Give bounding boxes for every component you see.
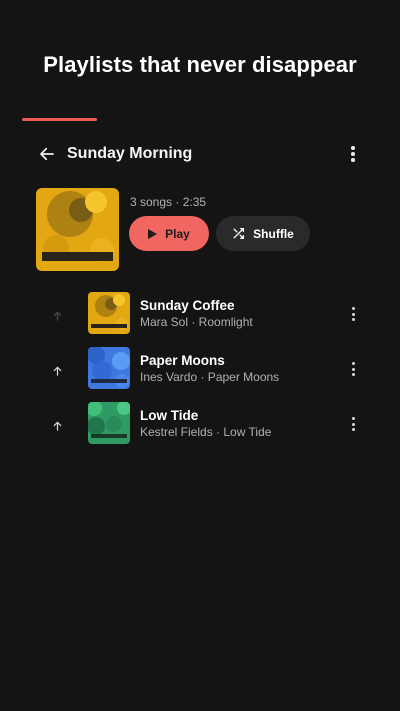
track-more-button[interactable] [343,357,363,381]
play-icon [148,228,158,239]
shuffle-icon [233,227,245,240]
track-title: Sunday Coffee [140,298,235,313]
move-up-button[interactable] [47,306,67,326]
move-up-button[interactable] [47,361,67,381]
arrow-left-icon [40,147,54,161]
accent-underline [22,118,97,121]
playlist-cover-art [36,188,119,271]
track-cover-art [88,347,130,389]
track-list: Sunday Coffee Mara Sol · Roomlight Paper… [0,290,400,455]
arrow-up-icon [53,366,61,376]
track-more-button[interactable] [343,302,363,326]
move-up-button[interactable] [47,416,67,436]
back-button[interactable] [34,141,60,167]
playlist-more-button[interactable] [342,141,364,167]
track-subtitle: Ines Vardo · Paper Moons [140,370,280,384]
play-button-label: Play [165,226,190,241]
track-cover-art [88,402,130,444]
shuffle-button[interactable]: Shuffle [216,216,310,251]
more-vertical-icon [351,417,355,431]
play-button[interactable]: Play [129,216,209,251]
track-subtitle: Kestrel Fields · Low Tide [140,425,272,439]
playlist-title: Sunday Morning [67,145,193,162]
track-subtitle: Mara Sol · Roomlight [140,315,253,329]
more-vertical-icon [351,362,355,376]
track-more-button[interactable] [343,412,363,436]
arrow-up-icon [53,311,61,321]
track-row[interactable]: Sunday Coffee Mara Sol · Roomlight [0,290,400,345]
more-vertical-icon [351,146,355,162]
shuffle-button-label: Shuffle [253,226,294,241]
top-app-bar: Sunday Morning [0,138,400,170]
track-title: Paper Moons [140,353,225,368]
more-vertical-icon [351,307,355,321]
arrow-up-icon [53,421,61,431]
promo-headline: Playlists that never disappear [43,52,357,77]
playlist-meta: 3 songs · 2:35 [130,195,207,209]
track-cover-art [88,292,130,334]
track-row[interactable]: Low Tide Kestrel Fields · Low Tide [0,400,400,455]
track-title: Low Tide [140,408,199,423]
track-row[interactable]: Paper Moons Ines Vardo · Paper Moons [0,345,400,400]
